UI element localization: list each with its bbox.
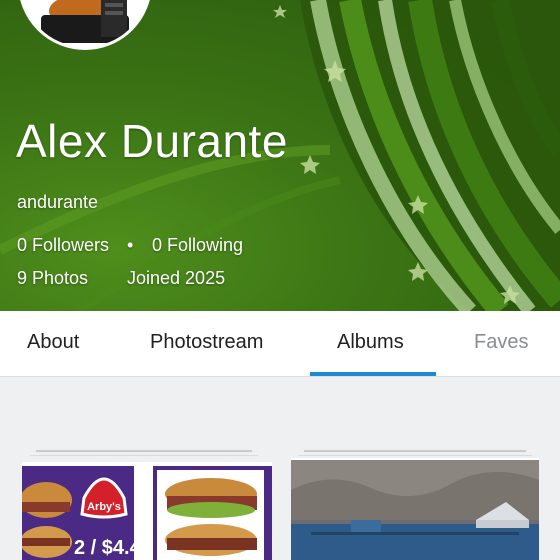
profile-tabs: About Photostream Albums Faves: [0, 311, 560, 377]
profile-username: andurante: [17, 192, 99, 212]
album-card-2[interactable]: [291, 450, 539, 560]
active-tab-indicator: [310, 372, 436, 376]
tab-faves[interactable]: Faves: [474, 331, 528, 354]
following-count[interactable]: 0 Following: [152, 235, 243, 256]
tab-photostream[interactable]: Photostream: [150, 331, 263, 354]
album-1-thumbnail: Arby's 2 / $4.44: [22, 462, 272, 560]
arbys-logo-text: Arby's: [87, 501, 121, 513]
profile-name: Alex Durante: [16, 115, 288, 167]
tab-about[interactable]: About: [27, 331, 79, 354]
stats-separator: •: [127, 235, 134, 255]
joined-date: Joined 2025: [127, 268, 226, 288]
tab-albums[interactable]: Albums: [337, 331, 404, 354]
album-card-1[interactable]: Arby's 2 / $4.44: [22, 450, 272, 560]
photos-count: 9 Photos: [17, 268, 89, 288]
price-text: 2 / $4.44: [74, 537, 153, 559]
profile-cover: Alex Durante andurante 0 Followers • 0 F…: [0, 0, 560, 311]
album-2-thumbnail: [291, 458, 539, 560]
followers-count[interactable]: 0 Followers: [17, 235, 109, 256]
